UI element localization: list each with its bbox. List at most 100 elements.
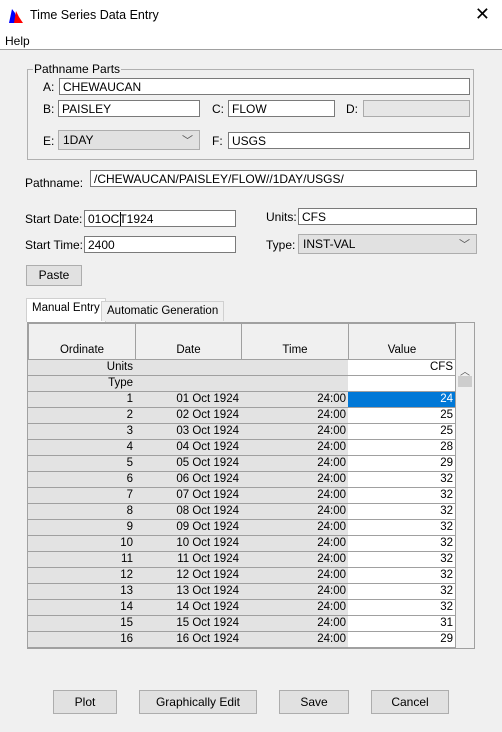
f-part-input[interactable]: USGS	[228, 132, 470, 149]
app-icon	[9, 9, 23, 23]
time-cell: 24:00	[241, 456, 349, 472]
value-cell[interactable]: 25	[348, 408, 456, 424]
table-row: 12 12 Oct 1924 24:00 32	[28, 568, 456, 584]
time-cell: 24:00	[241, 600, 349, 616]
date-cell: 11 Oct 1924	[135, 552, 242, 568]
value-cell[interactable]: 32	[348, 536, 456, 552]
date-cell: 14 Oct 1924	[135, 600, 242, 616]
title-bar: Time Series Data Entry ✕	[0, 0, 502, 31]
start-date-label: Start Date:	[25, 212, 83, 226]
units-input[interactable]: CFS	[298, 208, 477, 225]
e-label: E:	[43, 134, 55, 148]
ordinate-cell: 2	[28, 408, 136, 424]
table-row: Type	[28, 376, 456, 392]
cancel-button[interactable]: Cancel	[371, 690, 449, 714]
ordinate-cell: 5	[28, 456, 136, 472]
type-value: INST-VAL	[303, 237, 356, 251]
e-part-select[interactable]: 1DAY ﹀	[58, 130, 200, 150]
ordinate-cell: 15	[28, 616, 136, 632]
pathname-parts-legend: Pathname Parts	[33, 62, 122, 76]
value-cell[interactable]: 32	[348, 472, 456, 488]
value-cell[interactable]: CFS	[348, 360, 456, 376]
save-button[interactable]: Save	[279, 690, 349, 714]
ordinate-cell: 9	[28, 520, 136, 536]
table-row: 8 08 Oct 1924 24:00 32	[28, 504, 456, 520]
value-cell[interactable]: 31	[348, 616, 456, 632]
graphically-edit-button[interactable]: Graphically Edit	[139, 690, 257, 714]
time-cell: 24:00	[241, 632, 349, 648]
date-cell: 07 Oct 1924	[135, 488, 242, 504]
a-part-input[interactable]: CHEWAUCAN	[59, 78, 470, 95]
vertical-scrollbar[interactable]: ︿	[456, 323, 474, 648]
ordinate-cell: 8	[28, 504, 136, 520]
value-cell[interactable]: 32	[348, 520, 456, 536]
ordinate-cell: 1	[28, 392, 136, 408]
value-cell[interactable]: 29	[348, 632, 456, 648]
ordinate-cell: Units	[28, 360, 136, 376]
value-cell[interactable]: 24	[348, 392, 456, 408]
table-row: 1 01 Oct 1924 24:00 24	[28, 392, 456, 408]
chevron-down-icon: ﹀	[459, 239, 470, 251]
time-cell: 24:00	[241, 568, 349, 584]
value-cell[interactable]: 25	[348, 424, 456, 440]
c-part-input[interactable]: FLOW	[228, 100, 335, 117]
value-cell[interactable]: 29	[348, 456, 456, 472]
column-header-ordinate[interactable]: Ordinate	[28, 323, 136, 360]
value-cell[interactable]: 32	[348, 584, 456, 600]
start-date-input[interactable]: 01OCT1924	[84, 210, 236, 227]
scroll-thumb[interactable]	[458, 376, 472, 387]
b-part-input[interactable]: PAISLEY	[58, 100, 200, 117]
date-cell: 06 Oct 1924	[135, 472, 242, 488]
pathname-input[interactable]: /CHEWAUCAN/PAISLEY/FLOW//1DAY/USGS/	[90, 170, 477, 187]
ordinate-cell: 3	[28, 424, 136, 440]
table-row: 4 04 Oct 1924 24:00 28	[28, 440, 456, 456]
time-cell: 24:00	[241, 440, 349, 456]
ordinate-cell	[28, 648, 136, 649]
date-cell: 05 Oct 1924	[135, 456, 242, 472]
table-row: 7 07 Oct 1924 24:00 32	[28, 488, 456, 504]
date-cell: 12 Oct 1924	[135, 568, 242, 584]
table-row: 14 14 Oct 1924 24:00 32	[28, 600, 456, 616]
value-cell[interactable]: 32	[348, 504, 456, 520]
type-label: Type:	[266, 238, 296, 252]
menu-help[interactable]: Help	[5, 34, 30, 48]
date-cell: 02 Oct 1924	[135, 408, 242, 424]
plot-button[interactable]: Plot	[53, 690, 117, 714]
ordinate-cell: 10	[28, 536, 136, 552]
type-select[interactable]: INST-VAL ﹀	[298, 234, 477, 254]
time-cell: 24:00	[241, 392, 349, 408]
pathname-label: Pathname:	[25, 176, 84, 190]
time-cell: 24:00	[241, 472, 349, 488]
column-header-value[interactable]: Value	[348, 323, 456, 360]
ordinate-cell: 13	[28, 584, 136, 600]
column-header-time[interactable]: Time	[241, 323, 349, 360]
time-cell: 24:00	[241, 616, 349, 632]
time-cell	[241, 648, 349, 649]
value-cell[interactable]: 28	[348, 440, 456, 456]
table-row: 3 03 Oct 1924 24:00 25	[28, 424, 456, 440]
value-cell[interactable]: 32	[348, 552, 456, 568]
time-cell: 24:00	[241, 488, 349, 504]
value-cell[interactable]: 32	[348, 488, 456, 504]
time-cell: 24:00	[241, 520, 349, 536]
value-cell[interactable]: 32	[348, 600, 456, 616]
column-header-date[interactable]: Date	[135, 323, 242, 360]
tab-manual-entry[interactable]: Manual Entry	[26, 298, 106, 322]
d-part-input[interactable]	[363, 100, 470, 117]
table-row	[28, 648, 456, 649]
close-icon[interactable]: ✕	[475, 4, 490, 25]
menu-bar: Help	[0, 31, 502, 50]
value-cell[interactable]	[348, 376, 456, 392]
value-cell[interactable]: 32	[348, 568, 456, 584]
ordinate-cell: 4	[28, 440, 136, 456]
window-title: Time Series Data Entry	[30, 8, 159, 22]
units-label: Units:	[266, 210, 297, 224]
time-cell: 24:00	[241, 408, 349, 424]
time-cell: 24:00	[241, 584, 349, 600]
value-cell[interactable]	[348, 648, 456, 649]
start-time-input[interactable]: 2400	[84, 236, 236, 253]
table-row: 6 06 Oct 1924 24:00 32	[28, 472, 456, 488]
tab-automatic-generation[interactable]: Automatic Generation	[101, 301, 225, 321]
c-label: C:	[212, 102, 224, 116]
paste-button[interactable]: Paste	[26, 265, 82, 286]
